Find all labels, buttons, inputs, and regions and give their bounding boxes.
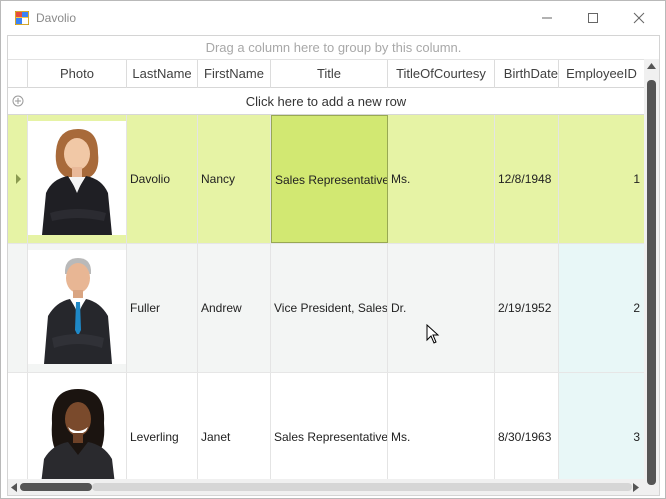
photo-cell[interactable] xyxy=(28,373,127,495)
column-header-lastname[interactable]: LastName xyxy=(127,60,198,88)
cell-birthdate[interactable]: 2/19/1952 xyxy=(495,244,559,372)
current-row-arrow-icon xyxy=(16,174,21,184)
close-icon xyxy=(633,12,645,23)
column-header-title[interactable]: Title xyxy=(271,60,388,88)
horizontal-scrollbar[interactable] xyxy=(8,479,644,495)
row-indicator-header xyxy=(8,60,28,88)
window-title: Davolio xyxy=(36,11,77,25)
row-indicator xyxy=(8,115,28,243)
maximize-icon xyxy=(588,12,598,23)
minimize-icon xyxy=(542,17,552,18)
column-header-firstname[interactable]: FirstName xyxy=(198,60,271,88)
app-window: Davolio Drag a column here to group by t… xyxy=(0,0,666,499)
scroll-right-arrow-icon[interactable] xyxy=(633,483,639,492)
scroll-up-arrow-icon[interactable] xyxy=(647,63,656,69)
cell-title[interactable]: Sales Representative xyxy=(271,373,388,495)
column-header-employeeid[interactable]: EmployeeID xyxy=(559,60,644,88)
cell-birthdate[interactable]: 8/30/1963 xyxy=(495,373,559,495)
app-grid-icon xyxy=(15,11,29,25)
horizontal-scroll-track[interactable] xyxy=(92,483,632,491)
vertical-scrollbar[interactable] xyxy=(644,59,659,495)
minimize-button[interactable] xyxy=(524,1,570,34)
vertical-scroll-thumb[interactable] xyxy=(647,80,656,485)
cell-lastname[interactable]: Fuller xyxy=(127,244,198,372)
employee-photo-man xyxy=(28,250,126,364)
data-grid[interactable]: Drag a column here to group by this colu… xyxy=(7,35,660,496)
column-header-row: Photo LastName FirstName Title TitleOfCo… xyxy=(8,59,644,88)
photo-cell[interactable] xyxy=(28,115,127,243)
column-header-photo[interactable]: Photo xyxy=(28,60,127,88)
column-header-birthdate[interactable]: BirthDate xyxy=(495,60,559,88)
cell-employeeid[interactable]: 2 xyxy=(559,244,644,372)
cell-title[interactable]: Vice President, Sales xyxy=(271,244,388,372)
cell-birthdate[interactable]: 12/8/1948 xyxy=(495,115,559,243)
add-new-row[interactable]: Click here to add a new row xyxy=(8,88,644,115)
cell-titleofcourtesy[interactable]: Dr. xyxy=(388,244,495,372)
group-by-panel[interactable]: Drag a column here to group by this colu… xyxy=(8,36,659,59)
column-header-titleofcourtesy[interactable]: TitleOfCourtesy xyxy=(388,60,495,88)
cell-firstname[interactable]: Andrew xyxy=(198,244,271,372)
cell-firstname[interactable]: Janet xyxy=(198,373,271,495)
table-row[interactable]: Fuller Andrew Vice President, Sales Dr. … xyxy=(8,244,644,373)
close-button[interactable] xyxy=(616,1,662,34)
cell-titleofcourtesy[interactable]: Ms. xyxy=(388,115,495,243)
cell-employeeid[interactable]: 1 xyxy=(559,115,644,243)
scroll-left-arrow-icon[interactable] xyxy=(11,483,17,492)
mouse-pointer-icon xyxy=(426,324,440,344)
photo-cell[interactable] xyxy=(28,244,127,372)
cell-firstname[interactable]: Nancy xyxy=(198,115,271,243)
cell-lastname[interactable]: Leverling xyxy=(127,373,198,495)
cell-titleofcourtesy[interactable]: Ms. xyxy=(388,373,495,495)
cell-title[interactable]: Sales Representative xyxy=(271,115,388,243)
horizontal-scroll-thumb[interactable] xyxy=(20,483,92,491)
employee-photo-woman xyxy=(28,121,126,235)
cell-employeeid[interactable]: 3 xyxy=(559,373,644,495)
add-new-row-label: Click here to add a new row xyxy=(245,94,407,109)
row-indicator xyxy=(8,244,28,372)
employee-photo-woman xyxy=(28,379,126,493)
table-row[interactable]: Davolio Nancy Sales Representative Ms. 1… xyxy=(8,115,644,244)
cell-lastname[interactable]: Davolio xyxy=(127,115,198,243)
maximize-button[interactable] xyxy=(570,1,616,34)
row-indicator xyxy=(8,373,28,495)
table-row[interactable]: Leverling Janet Sales Representative Ms.… xyxy=(8,373,644,495)
title-bar[interactable]: Davolio xyxy=(1,1,665,34)
